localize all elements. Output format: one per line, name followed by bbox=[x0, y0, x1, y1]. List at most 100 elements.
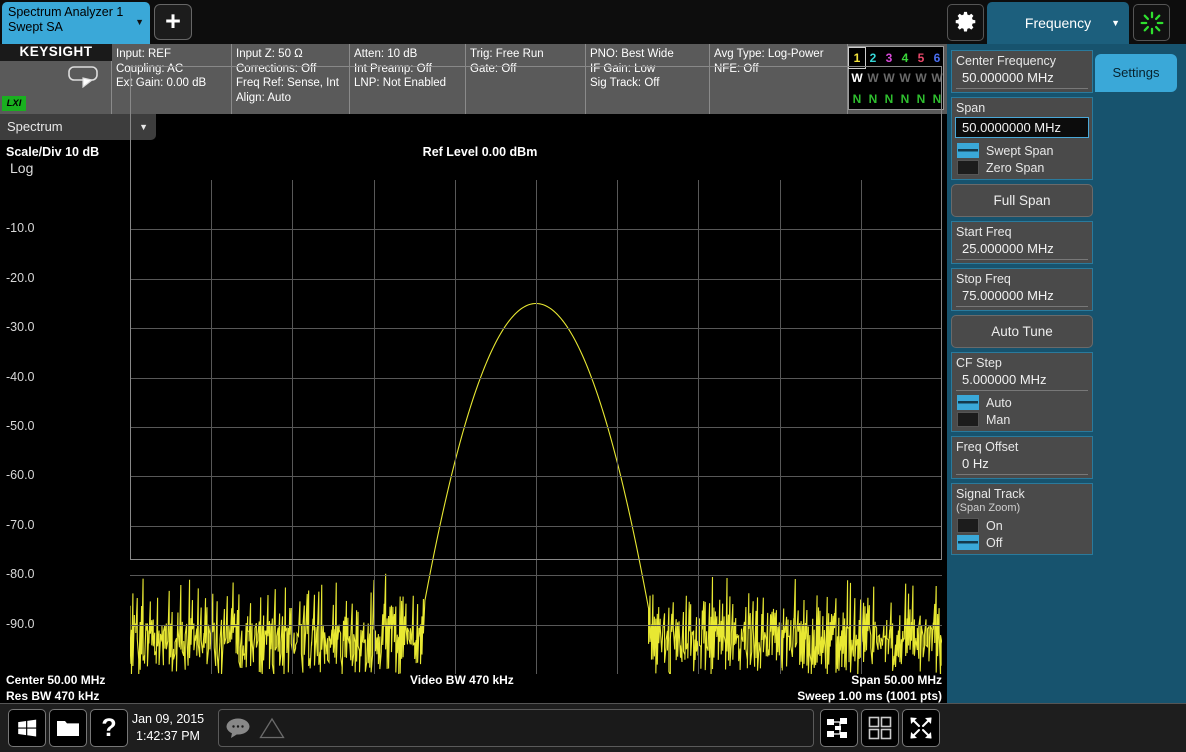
annotation-video-bw: Video BW 470 kHz bbox=[410, 673, 514, 687]
measurement-tab-label: Spectrum bbox=[7, 119, 63, 134]
cf-step-man-label: Man bbox=[986, 412, 1011, 427]
freq-offset-control[interactable]: Freq Offset 0 Hz bbox=[951, 436, 1093, 479]
plot-border bbox=[130, 66, 942, 560]
auto-tune-button[interactable]: Auto Tune bbox=[951, 315, 1093, 348]
windows-start-icon bbox=[18, 719, 37, 737]
swept-span-option[interactable]: Swept Span bbox=[952, 142, 1092, 159]
full-span-button[interactable]: Full Span bbox=[951, 184, 1093, 217]
settings-tab[interactable]: Settings bbox=[1095, 54, 1177, 92]
grid-view-icon bbox=[868, 716, 892, 740]
mode-tab-line2: Swept SA bbox=[8, 20, 63, 34]
cf-step-auto-toggle-icon bbox=[957, 395, 979, 410]
add-mode-button[interactable]: + bbox=[154, 4, 192, 40]
annotation-center: Center 50.00 MHz bbox=[6, 673, 106, 687]
chevron-down-icon: ▼ bbox=[1111, 18, 1120, 28]
y-axis-tick-label: -40.0 bbox=[6, 369, 35, 384]
frequency-menu-button[interactable]: Frequency ▼ bbox=[987, 2, 1129, 44]
signal-track-sublabel: (Span Zoom) bbox=[956, 502, 1021, 514]
cf-step-man-toggle-icon bbox=[957, 412, 979, 427]
center-frequency-control[interactable]: Center Frequency 50.000000 MHz bbox=[951, 50, 1093, 93]
swept-span-toggle-icon bbox=[957, 143, 979, 158]
trace-number-6[interactable]: 6 bbox=[929, 48, 945, 68]
trace-number-3[interactable]: 3 bbox=[881, 48, 897, 68]
span-value[interactable]: 50.0000000 MHz bbox=[955, 117, 1089, 138]
taskbar: ? Jan 09, 2015 1:42:37 PM bbox=[0, 703, 1186, 752]
log-scale-label: Log bbox=[10, 160, 34, 176]
signal-track-off-option[interactable]: Off bbox=[952, 534, 1092, 554]
stop-freq-control[interactable]: Stop Freq 75.000000 MHz bbox=[951, 268, 1093, 311]
start-button[interactable] bbox=[8, 709, 46, 747]
stop-freq-label: Stop Freq bbox=[956, 272, 1011, 286]
top-bar: Spectrum Analyzer 1 Swept SA ▼ + Frequen… bbox=[0, 0, 1186, 44]
scale-per-division-label: Scale/Div 10 dB bbox=[6, 145, 100, 159]
triangle-warning-icon[interactable] bbox=[259, 717, 285, 739]
signal-track-off-toggle-icon bbox=[957, 535, 979, 550]
signal-track-on-label: On bbox=[986, 518, 1003, 533]
frequency-menu-column: Center Frequency 50.000000 MHz Span 50.0… bbox=[951, 50, 1093, 559]
annotation-sweep: Sweep 1.00 ms (1001 pts) bbox=[797, 689, 942, 703]
brand-cell: KEYSIGHT LXI bbox=[0, 44, 112, 114]
signal-track-off-label: Off bbox=[986, 535, 1003, 550]
cf-step-auto-label: Auto bbox=[986, 395, 1012, 410]
cf-step-man-option[interactable]: Man bbox=[952, 411, 1092, 431]
clock-date: Jan 09, 2015 bbox=[131, 712, 205, 726]
stop-freq-value[interactable]: 75.000000 MHz bbox=[956, 287, 1088, 307]
chevron-down-icon: ▼ bbox=[135, 17, 144, 27]
y-axis-tick-label: -10.0 bbox=[6, 221, 35, 236]
y-axis-tick-label: -60.0 bbox=[6, 468, 35, 483]
cf-step-control[interactable]: CF Step 5.000000 MHz Auto Man bbox=[951, 352, 1093, 432]
center-frequency-label: Center Frequency bbox=[956, 54, 1057, 68]
trace-number-2[interactable]: 2 bbox=[865, 48, 881, 68]
grid-line-horizontal bbox=[130, 575, 942, 577]
grid-line-horizontal bbox=[130, 624, 942, 626]
center-frequency-value[interactable]: 50.000000 MHz bbox=[956, 69, 1088, 89]
gear-icon bbox=[955, 11, 976, 32]
spectrum-analyzer-app: Spectrum Analyzer 1 Swept SA ▼ + Frequen… bbox=[0, 0, 1186, 752]
y-axis-tick-label: -70.0 bbox=[6, 517, 35, 532]
folder-icon bbox=[57, 721, 79, 736]
mode-tab-spectrum-analyzer[interactable]: Spectrum Analyzer 1 Swept SA ▼ bbox=[2, 2, 150, 44]
signal-track-on-toggle-icon bbox=[957, 518, 979, 533]
y-axis-tick-label: -50.0 bbox=[6, 419, 35, 433]
help-question-icon: ? bbox=[101, 713, 117, 742]
file-explorer-button[interactable] bbox=[49, 709, 87, 747]
start-freq-control[interactable]: Start Freq 25.000000 MHz bbox=[951, 221, 1093, 264]
speech-bubble-icon[interactable] bbox=[225, 717, 251, 739]
system-tray bbox=[218, 709, 814, 747]
zero-span-toggle-icon bbox=[957, 160, 979, 175]
grid-view-button[interactable] bbox=[861, 709, 899, 747]
trace-number-1[interactable]: 1 bbox=[848, 47, 866, 69]
trace-number-5[interactable]: 5 bbox=[913, 48, 929, 68]
trace-number-4[interactable]: 4 bbox=[897, 48, 913, 68]
trace-number-row: 1 2 3 4 5 6 bbox=[848, 47, 945, 69]
start-freq-label: Start Freq bbox=[956, 225, 1012, 239]
annotation-span: Span 50.00 MHz bbox=[851, 673, 942, 687]
starburst-icon bbox=[1140, 11, 1163, 34]
annotation-res-bw: Res BW 470 kHz bbox=[6, 689, 100, 703]
y-axis-tick-label: -30.0 bbox=[6, 320, 35, 335]
expand-arrows-icon bbox=[910, 717, 932, 739]
span-control[interactable]: Span 50.0000000 MHz Swept Span Zero Span bbox=[951, 97, 1093, 180]
zero-span-option[interactable]: Zero Span bbox=[952, 159, 1092, 179]
swept-span-label: Swept Span bbox=[986, 143, 1054, 158]
cf-step-auto-option[interactable]: Auto bbox=[952, 394, 1092, 411]
frequency-menu-label: Frequency bbox=[1024, 15, 1092, 31]
y-axis-tick-label: -20.0 bbox=[6, 270, 35, 285]
signal-track-control[interactable]: Signal Track (Span Zoom) On Off bbox=[951, 483, 1093, 555]
freq-offset-value[interactable]: 0 Hz bbox=[956, 455, 1088, 475]
sweep-status-button[interactable] bbox=[1133, 4, 1170, 41]
network-button[interactable] bbox=[820, 709, 858, 747]
settings-gear-button[interactable] bbox=[947, 4, 984, 41]
expand-button[interactable] bbox=[902, 709, 940, 747]
lxi-badge: LXI bbox=[2, 96, 26, 111]
network-nodes-icon bbox=[827, 718, 847, 738]
clock[interactable]: Jan 09, 2015 1:42:37 PM bbox=[122, 711, 214, 745]
span-label: Span bbox=[956, 101, 986, 115]
start-freq-value[interactable]: 25.000000 MHz bbox=[956, 240, 1088, 260]
signal-track-label: Signal Track bbox=[956, 487, 1025, 501]
signal-track-on-option[interactable]: On bbox=[952, 515, 1092, 534]
freq-offset-label: Freq Offset bbox=[956, 440, 1019, 454]
keysight-logo: KEYSIGHT bbox=[0, 44, 112, 61]
cf-step-value[interactable]: 5.000000 MHz bbox=[956, 371, 1088, 391]
y-axis-tick-label: -80.0 bbox=[6, 567, 35, 582]
